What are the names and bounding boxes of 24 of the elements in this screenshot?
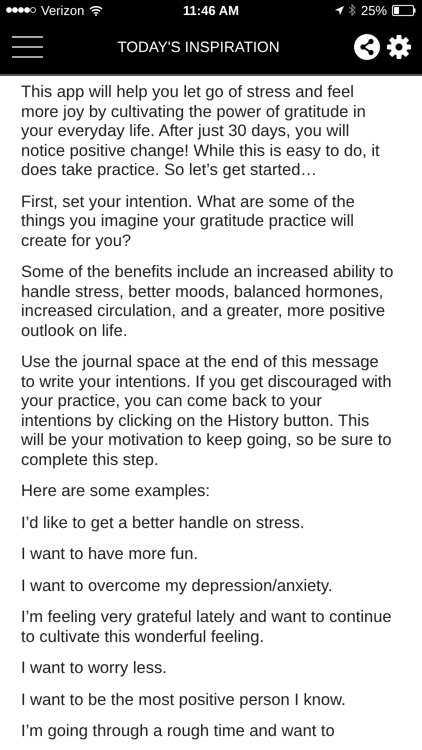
body-paragraph: I’d like to get a better handle on stress. xyxy=(21,514,306,533)
body-paragraph: This app will help you let go of stress and feel more joy by cultivating the power of gratitude in your everyday life. After just 30 days, you will notice positive change! While this is easy to do, it does take practice. So let’s get started… xyxy=(21,83,381,180)
body-paragraph: I’m going through a rough time and want to xyxy=(21,722,336,742)
carrier-label: Verizon xyxy=(41,2,84,18)
signal-icon xyxy=(6,7,36,13)
body-paragraph: Use the journal space at the end of this message to write your intentions. If you get discouraged with your practice, you can come back to your intentions by clicking on the History button. This will be your motivation to keep going, so be sure to complete this step. xyxy=(21,353,393,470)
wifi-icon xyxy=(89,4,104,16)
battery-icon xyxy=(392,4,416,16)
battery-percentage: 25% xyxy=(360,2,387,18)
menu-icon[interactable] xyxy=(12,36,43,58)
body-paragraph: Some of the benefits include an increased ability to handle stress, better moods, balanced hormones, increased circulation, and a greater, more positive outlook on life. xyxy=(21,263,394,341)
body-paragraph: I want to overcome my depression/anxiety. xyxy=(21,576,334,596)
body-paragraph: Here are some examples: xyxy=(21,482,211,502)
location-arrow-icon xyxy=(334,6,344,14)
share-icon[interactable] xyxy=(354,34,380,60)
screen-title: TODAY'S INSPIRATION xyxy=(117,38,280,56)
body-paragraph: I’m feeling very grateful lately and want to continue to cultivate this wonderful feeling. xyxy=(21,608,393,647)
bluetooth-icon xyxy=(348,4,356,16)
clock-time: 11:46 AM xyxy=(182,2,240,18)
body-paragraph: I want to worry less. xyxy=(21,659,168,678)
body-paragraph: I want to have more fun. xyxy=(21,545,200,564)
body-paragraph: I want to be the most positive person I know. xyxy=(21,690,347,710)
body-paragraph: First, set your intention. What are some of the things you imagine your gratitude practice will create for you? xyxy=(21,192,356,251)
settings-icon[interactable] xyxy=(386,34,412,60)
